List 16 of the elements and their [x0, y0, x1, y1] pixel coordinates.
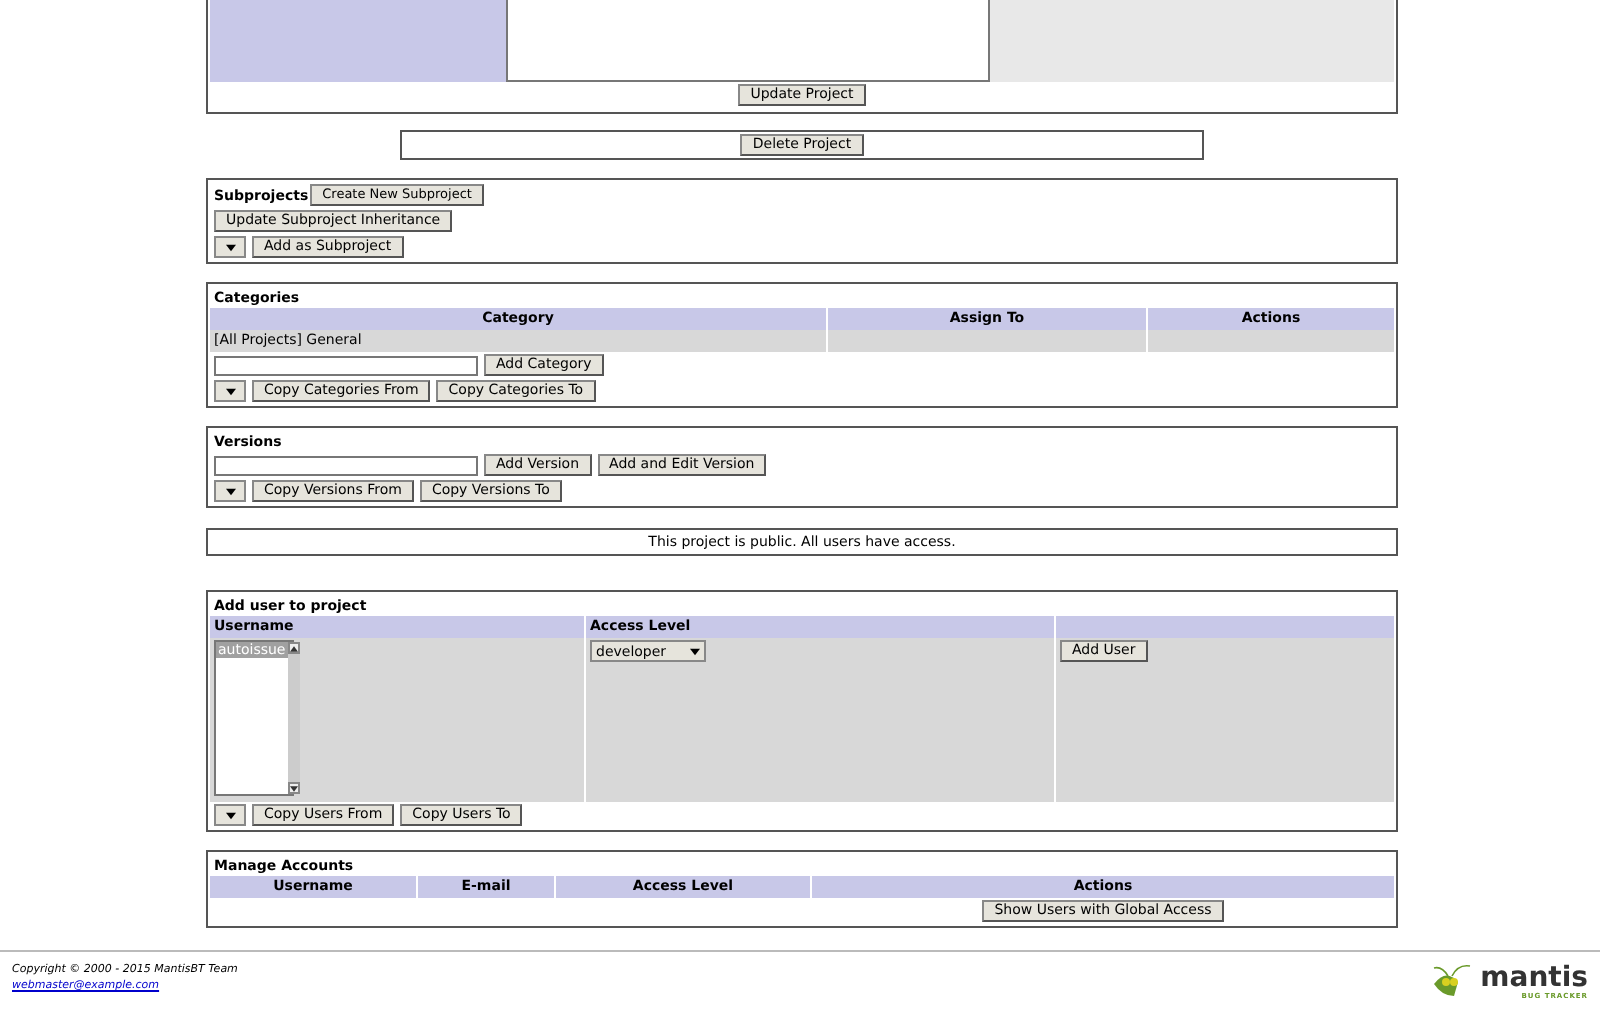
- caret-icon: [690, 647, 700, 655]
- caret-icon: [225, 387, 235, 395]
- project-dropdown[interactable]: [214, 380, 246, 402]
- description-textarea[interactable]: [506, 0, 990, 82]
- project-dropdown[interactable]: [214, 480, 246, 502]
- scroll-up-icon: [289, 645, 298, 651]
- caret-icon: [225, 243, 235, 251]
- scroll-down-icon: [289, 785, 298, 791]
- project-dropdown[interactable]: [214, 236, 246, 258]
- scrollbar[interactable]: [287, 642, 300, 794]
- caret-icon: [225, 811, 235, 819]
- category-input[interactable]: [214, 355, 478, 375]
- logo-name: mantis: [1480, 965, 1588, 991]
- project-dropdown[interactable]: [214, 804, 246, 826]
- caret-icon: [225, 487, 235, 495]
- version-input[interactable]: [214, 455, 478, 475]
